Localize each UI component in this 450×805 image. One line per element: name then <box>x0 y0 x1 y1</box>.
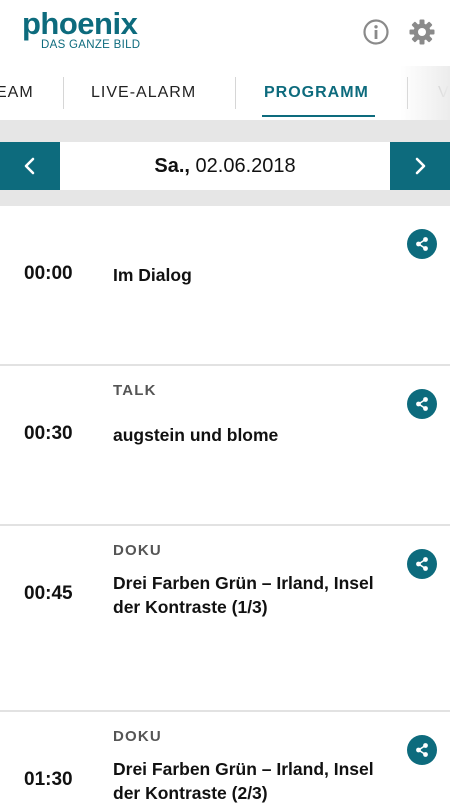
program-row[interactable]: DOKU 00:45 Drei Farben Grün – Irland, In… <box>0 526 450 712</box>
program-time: 00:00 <box>24 263 73 284</box>
share-icon <box>416 237 428 251</box>
program-title: Drei Farben Grün – Irland, Insel der Kon… <box>113 759 374 803</box>
share-button[interactable] <box>407 549 437 579</box>
share-button[interactable] <box>407 229 437 259</box>
program-title: Drei Farben Grün – Irland, Insel der Kon… <box>113 573 374 617</box>
next-day-button[interactable] <box>390 142 450 190</box>
program-title: Im Dialog <box>113 265 192 285</box>
tab-live-alarm[interactable]: LIVE-ALARM <box>91 66 196 120</box>
current-date: Sa., 02.06.2018 <box>60 142 390 190</box>
share-icon <box>416 397 428 411</box>
tab-divider <box>63 77 64 109</box>
share-icon <box>416 743 428 757</box>
program-row[interactable]: 00:00 Im Dialog <box>0 206 450 366</box>
tab-programm[interactable]: PROGRAMM <box>264 66 369 120</box>
active-tab-indicator <box>262 115 375 117</box>
program-row[interactable]: DOKU 01:30 Drei Farben Grün – Irland, In… <box>0 712 450 803</box>
program-time: 00:30 <box>24 423 73 444</box>
program-row[interactable]: TALK 00:30 augstein und blome <box>0 366 450 526</box>
program-genre: DOKU <box>113 728 162 745</box>
share-icon <box>416 557 428 571</box>
previous-day-button[interactable] <box>0 142 60 190</box>
share-button[interactable] <box>407 735 437 765</box>
tab-bar: EAM LIVE-ALARM PROGRAMM V <box>0 66 450 120</box>
chevron-right-icon <box>415 157 426 175</box>
share-button[interactable] <box>407 389 437 419</box>
phoenix-logo[interactable]: phoenix DAS GANZE BILD <box>22 8 140 52</box>
date-value: 02.06.2018 <box>195 155 296 177</box>
program-time: 00:45 <box>24 583 73 604</box>
gear-icon[interactable] <box>408 18 436 46</box>
program-time: 01:30 <box>24 769 73 790</box>
date-navigator: Sa., 02.06.2018 <box>0 120 450 206</box>
info-icon[interactable] <box>362 18 390 46</box>
tab-divider <box>235 77 236 109</box>
program-title: augstein und blome <box>113 425 279 445</box>
logo-wordmark: phoenix <box>22 6 138 41</box>
chevron-left-icon <box>24 157 35 175</box>
app-header: phoenix DAS GANZE BILD <box>0 0 450 66</box>
tab-stream[interactable]: EAM <box>0 66 34 120</box>
program-genre: DOKU <box>113 542 162 559</box>
tab-scroll-fade <box>400 66 450 120</box>
program-genre: TALK <box>113 382 157 399</box>
date-weekday: Sa., <box>154 155 190 177</box>
